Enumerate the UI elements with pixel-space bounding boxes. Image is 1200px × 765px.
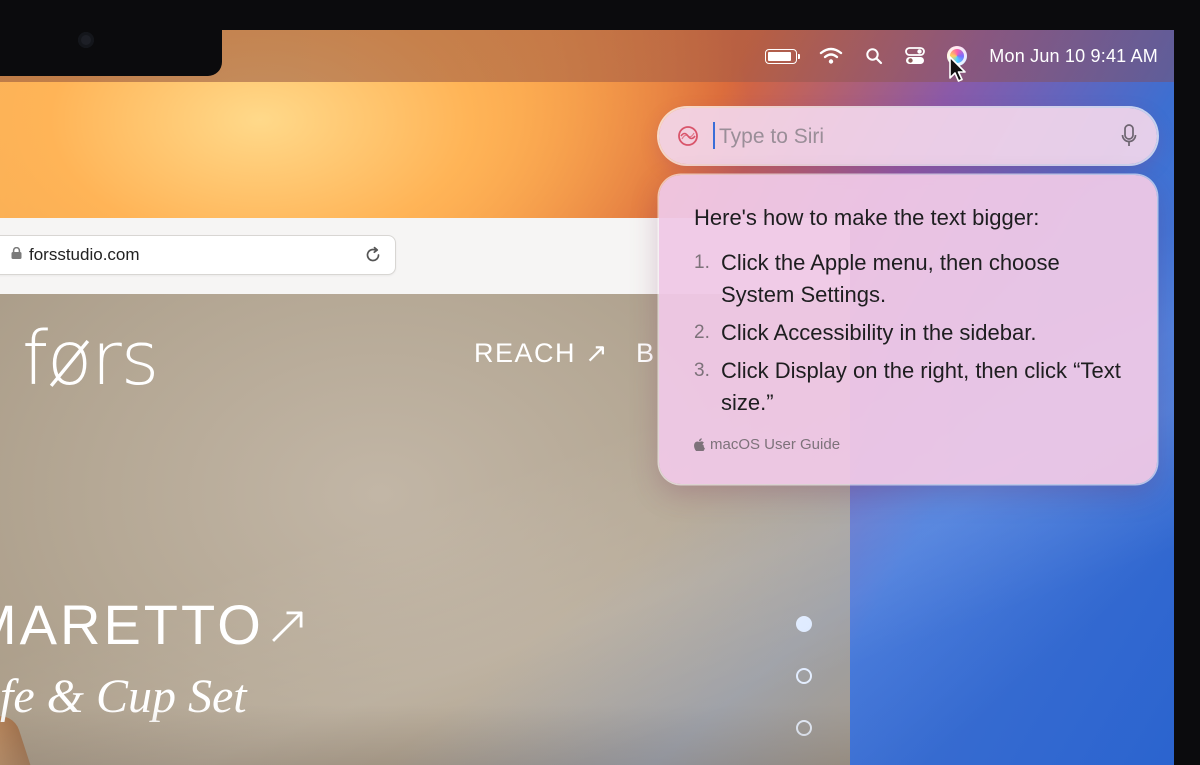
- reload-icon[interactable]: [363, 245, 383, 265]
- address-bar[interactable]: forsstudio.com: [0, 235, 396, 275]
- microphone-icon[interactable]: [1121, 124, 1137, 148]
- search-icon[interactable]: [865, 45, 883, 67]
- siri-glyph-icon: [678, 126, 698, 146]
- siri-response-card: Here's how to make the text bigger: 1. Cl…: [659, 175, 1157, 484]
- display-bezel-right: [1174, 0, 1200, 765]
- siri-text-field[interactable]: [659, 108, 1157, 164]
- product-title-link[interactable]: MARETTO↗: [0, 592, 314, 658]
- control-center-icon[interactable]: [905, 45, 926, 67]
- desktop-wallpaper: Mon Jun 10 9:41 AM forsstudio.com førs R…: [0, 0, 1174, 765]
- siri-step: 3. Click Display on the right, then click…: [694, 358, 1121, 415]
- slide-indicator-2[interactable]: [796, 668, 812, 684]
- floor-shadow: [0, 705, 850, 765]
- camera-icon: [78, 32, 94, 48]
- menu-bar-clock[interactable]: Mon Jun 10 9:41 AM: [989, 46, 1158, 67]
- nav-link-reach[interactable]: REACH ↗: [474, 338, 609, 369]
- lock-icon: [11, 247, 22, 259]
- siri-step: 2. Click Accessibility in the sidebar.: [694, 320, 1037, 345]
- site-logo[interactable]: førs: [22, 316, 159, 402]
- siri-source-link[interactable]: macOS User Guide: [694, 436, 840, 453]
- nav-link-b[interactable]: B: [636, 338, 656, 369]
- text-caret: [713, 122, 715, 149]
- siri-source-label: macOS User Guide: [710, 436, 841, 453]
- siri-response-heading: Here's how to make the text bigger:: [694, 205, 1040, 230]
- mouse-pointer-icon: [949, 56, 966, 82]
- address-bar-url: forsstudio.com: [29, 245, 140, 264]
- siri-input[interactable]: [717, 118, 1111, 156]
- siri-steps-list: 1. Click the Apple menu, then choose Syst…: [694, 247, 1134, 425]
- apple-logo-icon: [694, 438, 705, 451]
- siri-step: 1. Click the Apple menu, then choose Syst…: [694, 250, 1060, 307]
- camera-notch: [0, 0, 222, 76]
- battery-icon[interactable]: [765, 45, 801, 67]
- wifi-icon[interactable]: [819, 45, 843, 67]
- slide-indicator-1[interactable]: [796, 616, 812, 632]
